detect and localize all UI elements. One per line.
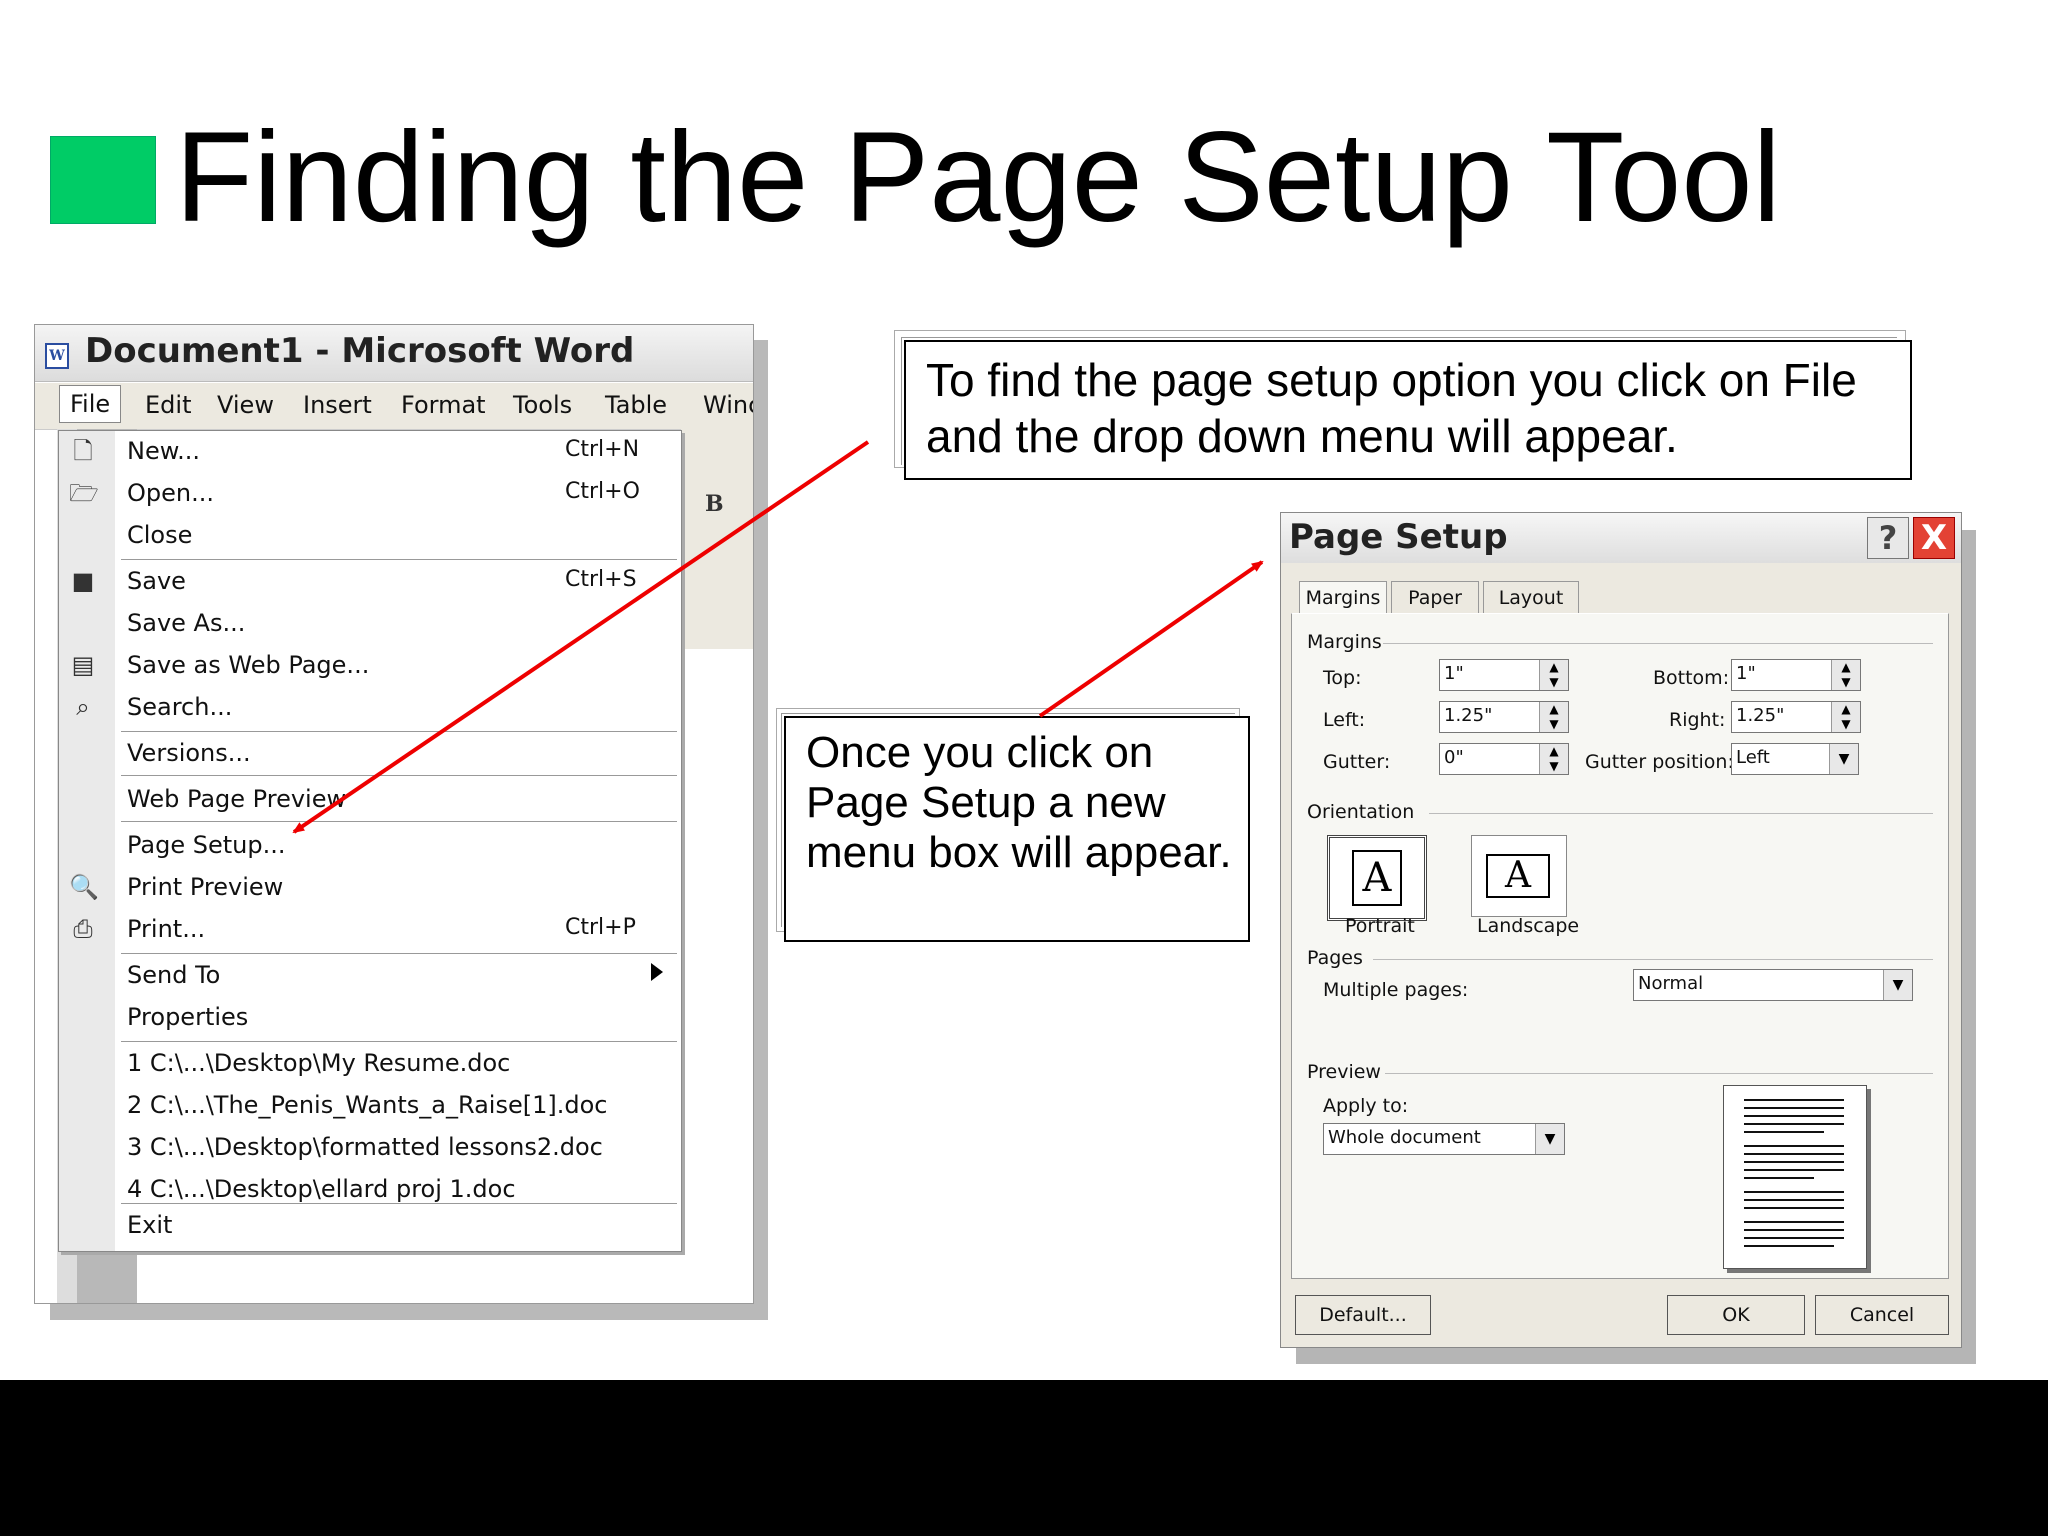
- annotation-arrows: [292, 440, 1264, 834]
- arrow-to-dialog: [1038, 560, 1264, 718]
- slide: Finding the Page Setup Tool W Document1 …: [0, 0, 2048, 1380]
- bottom-black-bar: [0, 1380, 2048, 1536]
- arrow-to-page-setup: [292, 440, 870, 834]
